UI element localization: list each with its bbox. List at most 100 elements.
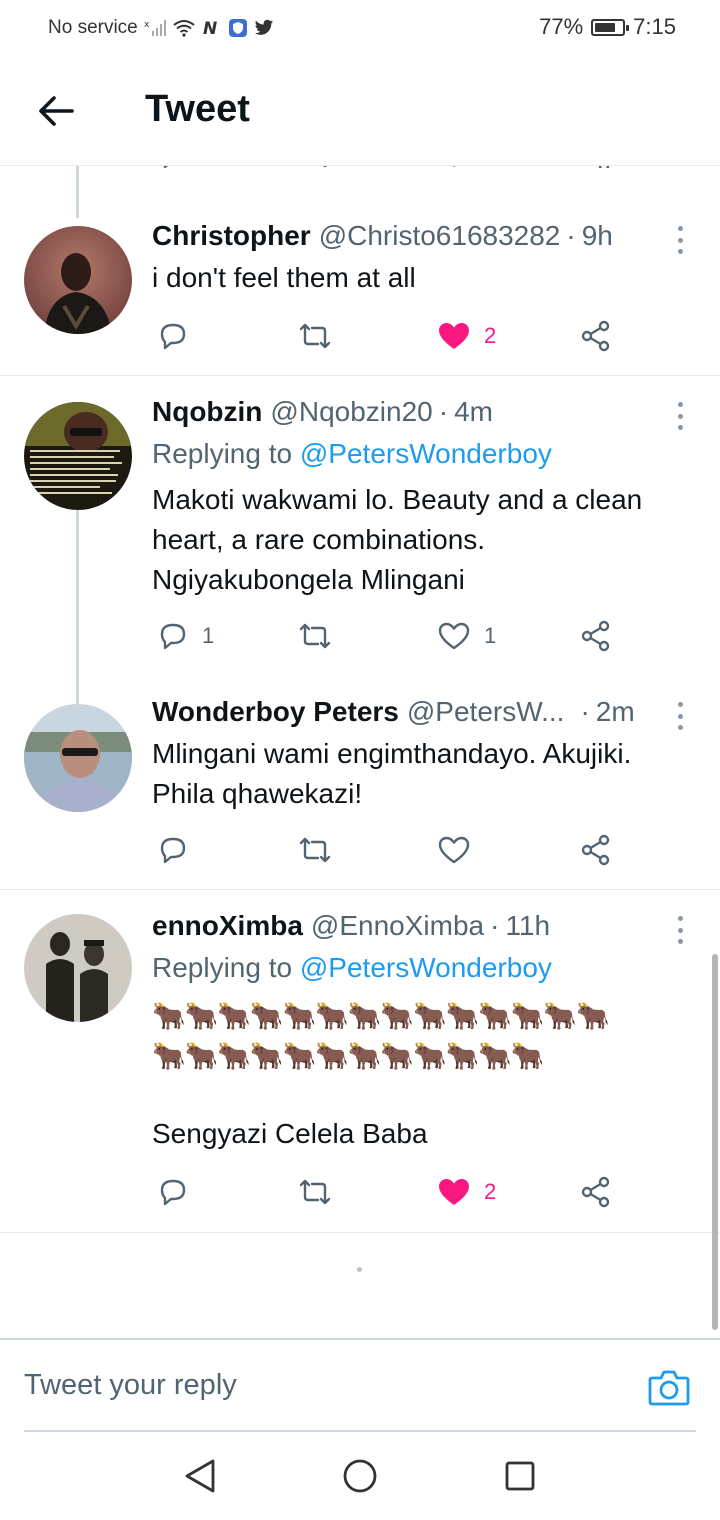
more-options-button[interactable] bbox=[672, 698, 688, 734]
share-icon bbox=[581, 1176, 610, 1208]
reply-button[interactable] bbox=[158, 314, 202, 358]
battery-percent: 77% bbox=[539, 14, 584, 39]
nfc-icon: N bbox=[202, 19, 222, 37]
display-name[interactable]: Wonderboy Peters bbox=[152, 696, 399, 728]
share-icon bbox=[581, 620, 610, 652]
display-name[interactable]: ennoXimba bbox=[152, 910, 303, 942]
replying-to: Replying to @PetersWonderboy bbox=[152, 438, 552, 470]
like-count: 2 bbox=[484, 1179, 497, 1204]
emoji-line: 🐂🐂🐂🐂🐂🐂🐂🐂🐂🐂🐂🐂🐂🐂 bbox=[152, 1001, 610, 1031]
tweet-text: Makoti wakwami lo. Beauty and a clean he… bbox=[152, 484, 651, 595]
arrow-left-icon bbox=[39, 96, 74, 126]
user-handle[interactable]: @EnnoXimba bbox=[311, 910, 484, 942]
share-button[interactable] bbox=[580, 1170, 612, 1214]
camera-button[interactable] bbox=[648, 1368, 694, 1414]
display-name[interactable]: Nqobzin bbox=[152, 396, 262, 428]
nav-back-button[interactable] bbox=[180, 1456, 220, 1496]
like-button[interactable]: 1 bbox=[438, 614, 496, 658]
tweet-text: i don't feel them at all bbox=[152, 262, 416, 293]
scrollbar[interactable] bbox=[712, 954, 718, 1330]
more-options-button[interactable] bbox=[672, 912, 688, 948]
reply-button[interactable] bbox=[158, 828, 202, 872]
retweet-button[interactable] bbox=[298, 614, 346, 658]
retweet-button[interactable] bbox=[298, 314, 346, 358]
user-handle[interactable]: @PetersW... bbox=[407, 696, 565, 728]
reply-button[interactable] bbox=[158, 1170, 202, 1214]
avatar[interactable] bbox=[24, 704, 132, 812]
replying-to-link[interactable]: @PetersWonderboy bbox=[300, 438, 552, 469]
back-button[interactable] bbox=[34, 89, 78, 133]
thread-line bbox=[76, 510, 79, 705]
reply-icon bbox=[160, 323, 186, 350]
triangle-back-icon bbox=[185, 1459, 215, 1493]
tweet[interactable]: Nqobzin @Nqobzin20 · 4m Replying to @Pet… bbox=[0, 376, 720, 692]
clock: 7:15 bbox=[633, 14, 676, 39]
dot bbox=[677, 402, 683, 407]
replying-to-link[interactable]: @PetersWonderboy bbox=[300, 952, 552, 983]
svg-text:x: x bbox=[144, 20, 150, 30]
retweet-button[interactable] bbox=[298, 828, 346, 872]
tweet-time[interactable]: 4m bbox=[454, 396, 493, 428]
more-options-button[interactable] bbox=[672, 398, 688, 434]
like-button[interactable]: 2 bbox=[438, 1170, 496, 1214]
camera-icon bbox=[648, 1370, 690, 1406]
display-name[interactable]: Christopher bbox=[152, 220, 311, 252]
tweet-time[interactable]: 11h bbox=[505, 910, 550, 942]
tweet-time[interactable]: 9h bbox=[582, 220, 613, 252]
tweet[interactable]: Christopher @Christo61683282 · 9h i don'… bbox=[0, 200, 720, 376]
wifi-icon bbox=[172, 19, 196, 37]
dot bbox=[677, 725, 683, 730]
nav-recents-button[interactable] bbox=[500, 1456, 540, 1496]
share-icon bbox=[581, 320, 610, 352]
battery-fill bbox=[595, 22, 616, 32]
tweet-actions: 2 bbox=[0, 314, 720, 358]
circle-home-icon bbox=[343, 1459, 377, 1493]
dot bbox=[677, 413, 683, 419]
tweet[interactable]: ennoXimba @EnnoXimba · 11h Replying to @… bbox=[0, 890, 720, 1233]
like-button[interactable]: 2 bbox=[438, 314, 496, 358]
svg-text:N: N bbox=[203, 19, 217, 37]
replying-to-label: Replying to bbox=[152, 438, 293, 469]
dot bbox=[677, 425, 683, 430]
retweet-button[interactable] bbox=[298, 1170, 346, 1214]
share-button[interactable] bbox=[580, 828, 612, 872]
tweet-header: ennoXimba @EnnoXimba · 11h bbox=[152, 910, 660, 942]
page-title: Tweet bbox=[145, 88, 250, 130]
more-options-button[interactable] bbox=[672, 222, 688, 258]
replying-to: Replying to @PetersWonderboy bbox=[152, 952, 552, 984]
tweet-text: Sengyazi Celela Baba bbox=[152, 1118, 428, 1149]
retweet-icon bbox=[299, 1179, 331, 1205]
like-count: 1 bbox=[484, 623, 497, 648]
avatar[interactable] bbox=[24, 914, 132, 1022]
tweet-actions bbox=[0, 828, 720, 872]
tweet-time[interactable]: 2m bbox=[596, 696, 635, 728]
user-handle[interactable]: @Nqobzin20 bbox=[270, 396, 432, 428]
like-count: 2 bbox=[484, 323, 497, 348]
dot bbox=[677, 226, 683, 231]
status-right: 77% 7:15 bbox=[539, 14, 676, 40]
like-button[interactable] bbox=[438, 828, 484, 872]
reply-input[interactable] bbox=[24, 1362, 584, 1408]
retweet-icon bbox=[299, 837, 331, 863]
nav-home-button[interactable] bbox=[340, 1456, 380, 1496]
tweet-header: Christopher @Christo61683282 · 9h bbox=[152, 220, 660, 252]
reply-count: 1 bbox=[202, 623, 215, 648]
avatar[interactable] bbox=[24, 402, 132, 510]
tweet[interactable]: Wonderboy Peters @PetersW... · 2m Mlinga… bbox=[0, 692, 720, 890]
share-button[interactable] bbox=[580, 614, 612, 658]
reply-button[interactable]: 1 bbox=[158, 614, 214, 658]
system-nav-bar bbox=[0, 1432, 720, 1520]
heart-outline-icon bbox=[438, 836, 470, 864]
share-button[interactable] bbox=[580, 314, 612, 358]
separator-dot: · bbox=[566, 220, 576, 251]
user-handle[interactable]: @Christo61683282 bbox=[319, 220, 561, 252]
status-left: No service x N bbox=[48, 17, 274, 39]
emoji-line: 🐂🐂🐂🐂🐂🐂🐂🐂🐂🐂🐂🐂 bbox=[152, 1041, 544, 1071]
dot bbox=[677, 916, 683, 921]
twitter-bird-icon bbox=[254, 19, 274, 37]
heart-filled-icon bbox=[439, 1179, 469, 1205]
vpn-shield-icon bbox=[228, 18, 248, 38]
replying-to-label: Replying to bbox=[152, 952, 293, 983]
no-signal-icon: x bbox=[144, 19, 166, 37]
reply-icon bbox=[160, 837, 186, 864]
